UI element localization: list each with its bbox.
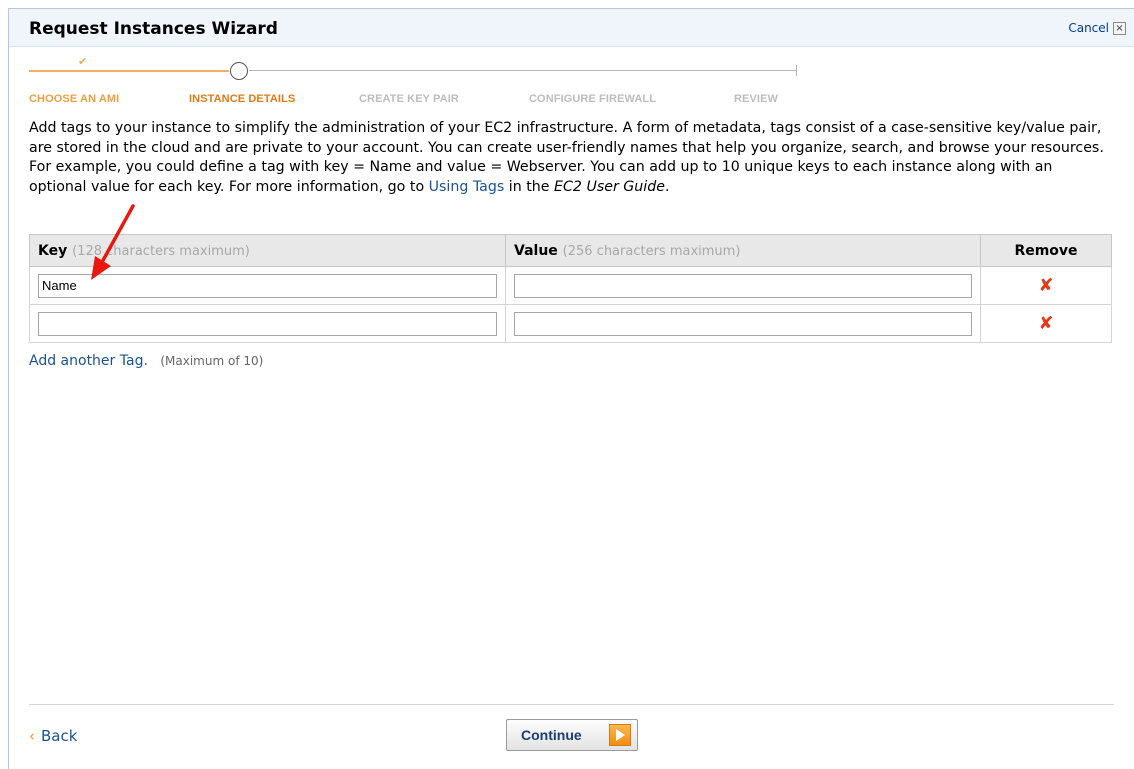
checkmark-icon: ✔ xyxy=(78,55,88,68)
key-header-label: Key xyxy=(38,242,68,259)
using-tags-link[interactable]: Using Tags xyxy=(429,179,505,195)
continue-button[interactable]: Continue xyxy=(506,719,638,751)
intro-paragraph: Add tags to your instance to simplify th… xyxy=(29,119,1114,197)
value-column-header: Value (256 characters maximum) xyxy=(505,234,981,267)
key-header-hint: (128 characters maximum) xyxy=(72,243,250,259)
table-row: ✘ xyxy=(29,266,1112,305)
tag-value-input[interactable] xyxy=(514,311,972,336)
window-title: Request Instances Wizard xyxy=(29,19,278,39)
intro-text-end: . xyxy=(664,178,670,195)
chevron-left-icon: ‹ xyxy=(29,727,35,745)
wizard-progress: ✔ CHOOSE AN AMI INSTANCE DETAILS CREATE … xyxy=(29,55,797,105)
value-cell xyxy=(505,304,981,343)
step-review: REVIEW xyxy=(734,93,778,105)
step-instance-details: INSTANCE DETAILS xyxy=(189,93,296,105)
step-configure-firewall: CONFIGURE FIREWALL xyxy=(529,93,657,105)
title-bar: Request Instances Wizard Cancel × xyxy=(9,9,1134,47)
step-choose-ami[interactable]: CHOOSE AN AMI xyxy=(29,93,119,105)
key-column-header: Key (128 characters maximum) xyxy=(29,234,506,267)
remove-icon[interactable]: ✘ xyxy=(1038,315,1053,333)
add-another-tag-link[interactable]: Add another Tag. xyxy=(29,353,148,369)
progress-track-remaining xyxy=(249,70,797,71)
play-arrow-icon xyxy=(609,724,631,746)
wizard-window: Request Instances Wizard Cancel × ✔ CHOO… xyxy=(8,8,1134,769)
tag-value-input[interactable] xyxy=(514,273,972,298)
back-button[interactable]: ‹ Back xyxy=(29,727,77,745)
remove-column-header: Remove xyxy=(980,234,1112,267)
value-cell xyxy=(505,266,981,305)
continue-label[interactable]: Continue xyxy=(521,727,582,743)
cancel-button[interactable]: Cancel × xyxy=(1068,21,1126,35)
step-create-key-pair: CREATE KEY PAIR xyxy=(359,93,459,105)
max-tags-note: (Maximum of 10) xyxy=(160,354,264,368)
intro-text-middle: in the xyxy=(504,178,555,195)
cancel-label[interactable]: Cancel xyxy=(1068,21,1109,35)
guide-title: EC2 User Guide xyxy=(554,178,665,195)
current-step-marker xyxy=(230,62,248,80)
value-header-label: Value xyxy=(514,242,558,259)
tag-key-input[interactable] xyxy=(38,273,497,298)
tags-table: Key (128 characters maximum) Value (256 … xyxy=(29,234,1112,343)
table-header-row: Key (128 characters maximum) Value (256 … xyxy=(29,234,1112,267)
table-row: ✘ xyxy=(29,304,1112,343)
progress-track-end xyxy=(796,65,797,76)
value-header-hint: (256 characters maximum) xyxy=(562,243,741,259)
remove-icon[interactable]: ✘ xyxy=(1038,277,1053,295)
tag-key-input[interactable] xyxy=(38,311,497,336)
add-tag-row: Add another Tag. (Maximum of 10) xyxy=(29,353,263,369)
back-label[interactable]: Back xyxy=(41,727,77,745)
key-cell xyxy=(29,266,506,305)
progress-track-complete xyxy=(29,70,229,72)
key-cell xyxy=(29,304,506,343)
remove-cell: ✘ xyxy=(980,304,1112,343)
close-icon[interactable]: × xyxy=(1113,21,1126,35)
footer-divider xyxy=(29,704,1114,705)
remove-cell: ✘ xyxy=(980,266,1112,305)
